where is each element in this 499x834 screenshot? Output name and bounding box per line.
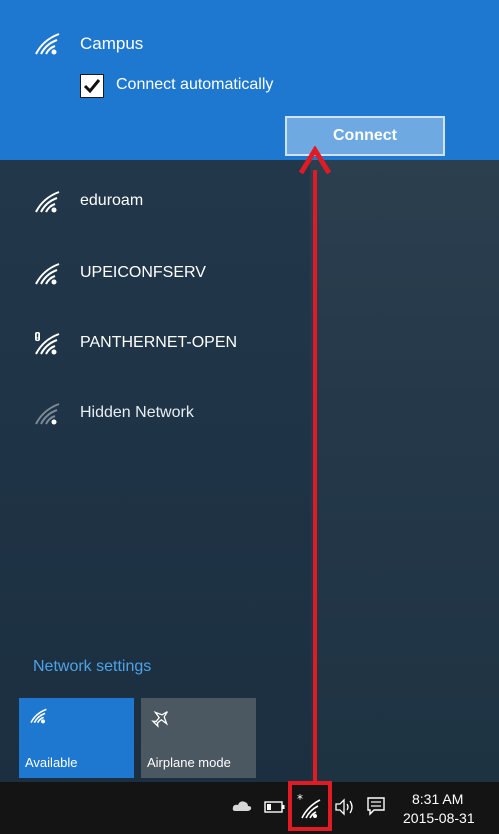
connect-automatically-label: Connect automatically	[116, 76, 274, 93]
desktop-background	[310, 160, 499, 782]
network-item-eduroam[interactable]: eduroam	[0, 172, 310, 228]
connect-automatically-checkbox[interactable]	[80, 74, 104, 98]
wifi-icon	[30, 708, 47, 724]
wifi-icon	[35, 263, 60, 285]
network-settings-link[interactable]: Network settings	[33, 658, 151, 676]
network-item-hidden-network[interactable]: Hidden Network	[0, 384, 310, 440]
onedrive-icon[interactable]	[232, 800, 252, 812]
network-name: eduroam	[80, 192, 144, 209]
check-icon	[83, 79, 101, 94]
tile-label: Airplane mode	[147, 755, 231, 770]
annotation-arrow-line	[313, 170, 317, 782]
action-center-icon[interactable]	[366, 796, 386, 816]
wifi-toggle-tile[interactable]: Available	[19, 698, 134, 778]
volume-icon[interactable]	[334, 798, 356, 816]
network-item-upeiconfserv[interactable]: UPEICONFSERV	[0, 244, 310, 300]
wifi-icon	[35, 33, 60, 55]
airplane-mode-tile[interactable]: Airplane mode	[141, 698, 256, 778]
selected-network-name: Campus	[80, 34, 144, 53]
clock-date[interactable]: 2015-08-31	[403, 810, 475, 826]
airplane-icon	[151, 710, 169, 728]
battery-icon[interactable]	[264, 801, 286, 813]
wifi-icon	[35, 191, 60, 213]
tile-label: Available	[25, 755, 78, 770]
network-name: Hidden Network	[80, 404, 194, 421]
network-name: UPEICONFSERV	[80, 264, 206, 281]
annotation-arrow-head	[298, 146, 332, 175]
annotation-highlight-box	[288, 781, 332, 831]
wifi-secured-warning-icon	[35, 332, 60, 355]
network-name: PANTHERNET-OPEN	[80, 334, 238, 351]
network-item-panthernet-open[interactable]: PANTHERNET-OPEN	[0, 314, 310, 370]
wifi-icon	[35, 403, 60, 425]
selected-network-panel[interactable]: Campus Connect automatically Connect	[0, 0, 499, 160]
clock-time[interactable]: 8:31 AM	[412, 791, 463, 807]
